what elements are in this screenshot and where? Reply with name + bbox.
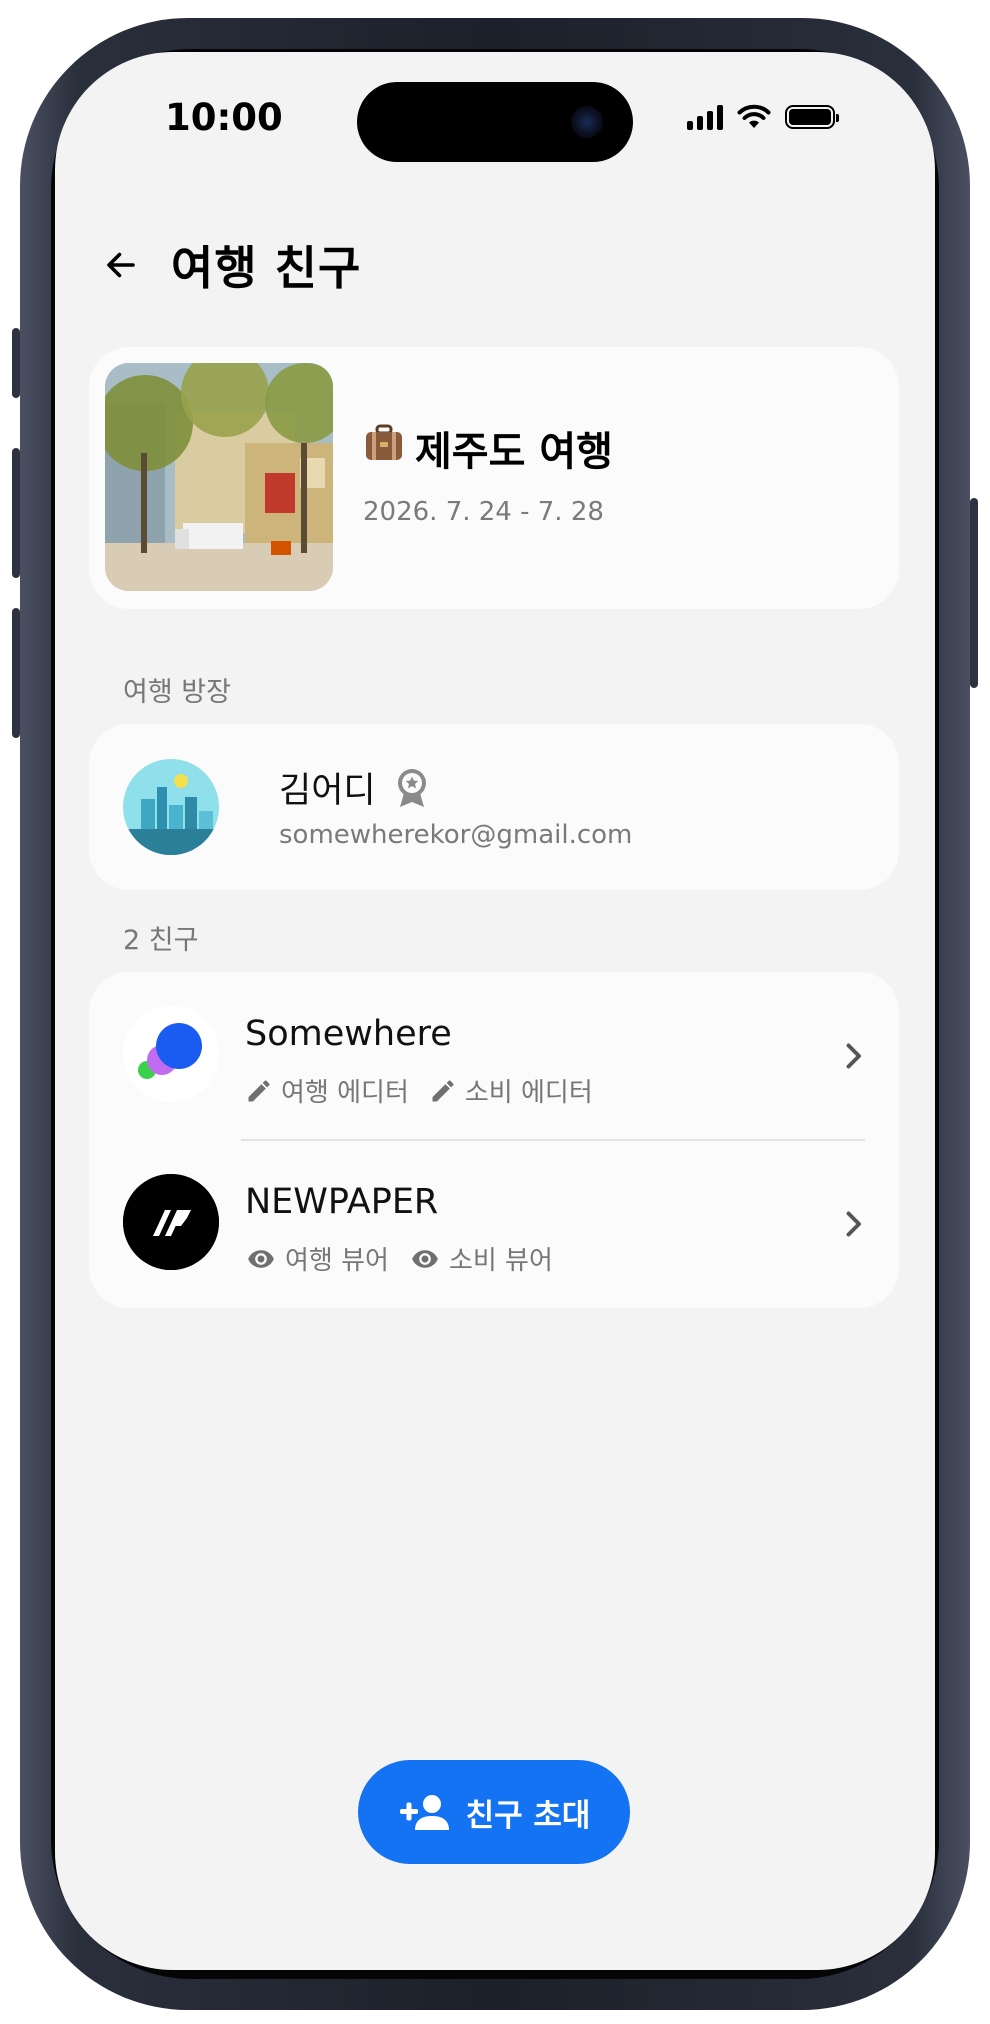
friend-avatar <box>123 1006 219 1102</box>
pencil-icon <box>248 1079 270 1101</box>
trip-card[interactable]: 제주도 여행 2026. 7. 24 - 7. 28 <box>89 347 899 609</box>
camera-icon <box>571 106 603 138</box>
friend-row-newpaper[interactable]: NEWPAPER 여행 뷰어 소비 뷰어 <box>89 1140 899 1308</box>
friends-section-label: 2 친구 <box>123 925 199 956</box>
app-header: 여행 친구 <box>95 232 361 298</box>
owner-name: 김어디 <box>279 771 376 811</box>
owner-name-row: 김어디 <box>279 762 430 813</box>
wifi-icon <box>737 104 771 128</box>
friend-avatar <box>123 1174 219 1270</box>
friend-name: NEWPAPER <box>245 1182 439 1222</box>
status-icons <box>687 104 839 130</box>
invite-friend-button[interactable]: 친구 초대 <box>358 1760 630 1864</box>
signal-icon <box>687 104 723 130</box>
chevron-right-icon <box>846 1043 861 1069</box>
eye-icon <box>248 1249 274 1268</box>
chevron-right-icon <box>846 1211 861 1237</box>
friend-row-somewhere[interactable]: Somewhere 여행 에디터 소비 에디터 <box>89 972 899 1141</box>
invite-button-label: 친구 초대 <box>465 1797 591 1834</box>
owner-avatar <box>123 759 219 855</box>
arrow-left-icon <box>107 252 135 278</box>
suitcase-icon <box>363 422 405 474</box>
trip-thumbnail <box>105 363 333 591</box>
owner-section-label: 여행 방장 <box>123 677 231 708</box>
trip-dates: 2026. 7. 24 - 7. 28 <box>363 497 604 527</box>
role-label: 여행 뷰어 <box>285 1246 389 1276</box>
role-badge: 소비 에디터 <box>429 1072 593 1109</box>
owner-email: somewherekor@gmail.com <box>279 820 633 850</box>
power-button <box>970 498 978 688</box>
pencil-icon <box>432 1079 454 1101</box>
friend-name: Somewhere <box>245 1014 452 1054</box>
friend-roles: 여행 뷰어 소비 뷰어 <box>245 1240 573 1277</box>
role-badge: 여행 에디터 <box>245 1072 409 1109</box>
role-label: 여행 에디터 <box>281 1078 409 1108</box>
person-add-icon <box>399 1795 449 1830</box>
owner-card: 김어디 somewherekor@gmail.com <box>89 724 899 890</box>
eye-icon <box>412 1249 438 1268</box>
friend-roles: 여행 에디터 소비 에디터 <box>245 1072 613 1109</box>
trip-title: 제주도 여행 <box>363 419 613 477</box>
status-time: 10:00 <box>165 96 283 139</box>
trip-name: 제주도 여행 <box>415 429 613 475</box>
action-button <box>12 328 20 398</box>
battery-icon <box>785 105 839 129</box>
role-badge: 여행 뷰어 <box>245 1240 389 1277</box>
award-icon <box>397 768 426 807</box>
back-button[interactable] <box>95 239 147 291</box>
role-badge: 소비 뷰어 <box>409 1240 553 1277</box>
role-label: 소비 에디터 <box>464 1078 593 1108</box>
page-title: 여행 친구 <box>171 241 362 295</box>
friends-card: Somewhere 여행 에디터 소비 에디터 NEWPAPER 여행 뷰어 소… <box>89 972 899 1308</box>
dynamic-island <box>357 82 633 162</box>
volume-down-button <box>12 608 20 738</box>
screen: 10:00 여행 친구 제주도 여행 2026. 7. 24 - 7. 28 여… <box>55 52 935 1970</box>
role-label: 소비 뷰어 <box>448 1246 553 1276</box>
volume-up-button <box>12 448 20 578</box>
